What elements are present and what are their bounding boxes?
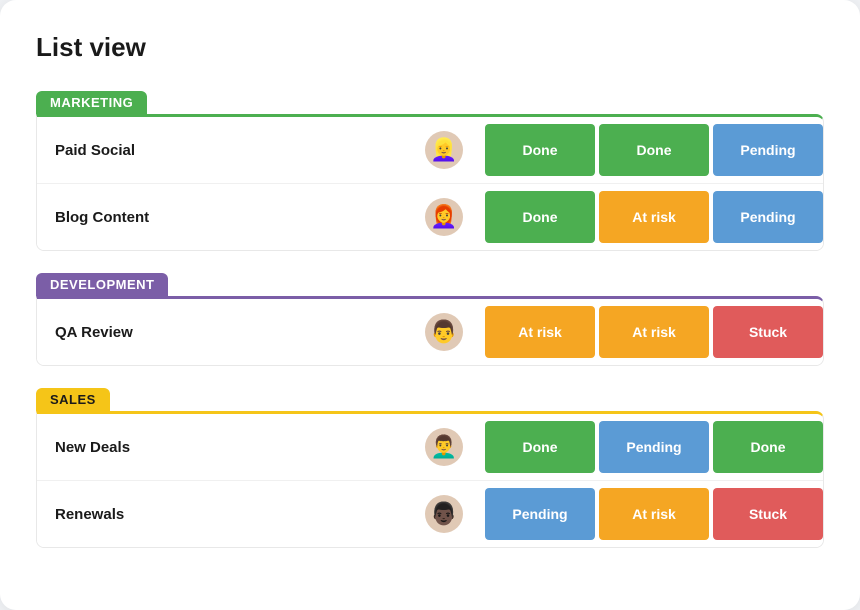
- status-cells: PendingAt riskStuck: [481, 488, 823, 540]
- status-cells: At riskAt riskStuck: [481, 306, 823, 358]
- group-marketing: MARKETINGPaid Social👱‍♀️DoneDonePendingB…: [36, 91, 824, 251]
- status-cell-pending: Pending: [485, 488, 595, 540]
- table-row: Blog Content 👩‍🦰 DoneAt riskPending: [37, 184, 823, 250]
- row-name-text: New Deals: [55, 439, 411, 456]
- table-row: Renewals 👨🏿 PendingAt riskStuck: [37, 481, 823, 547]
- group-sales: SALESNew Deals👨‍🦱DonePendingDoneRenewals…: [36, 388, 824, 548]
- group-body-development: QA Review👨At riskAt riskStuck: [36, 296, 824, 366]
- status-cells: DoneAt riskPending: [481, 191, 823, 243]
- table-row: New Deals 👨‍🦱 DonePendingDone: [37, 414, 823, 481]
- group-header-marketing: MARKETING: [36, 91, 147, 114]
- avatar: 👱‍♀️: [425, 131, 463, 169]
- table-row: Paid Social👱‍♀️DoneDonePending: [37, 117, 823, 184]
- group-body-sales: New Deals👨‍🦱DonePendingDoneRenewals👨🏿Pen…: [36, 411, 824, 548]
- row-name-cell: New Deals 👨‍🦱: [37, 414, 481, 480]
- status-cell-stuck: Stuck: [713, 306, 823, 358]
- groups-container: MARKETINGPaid Social👱‍♀️DoneDonePendingB…: [36, 91, 824, 548]
- avatar: 👨: [425, 313, 463, 351]
- status-cell-done: Done: [485, 124, 595, 176]
- group-header-sales: SALES: [36, 388, 110, 411]
- status-cell-pending: Pending: [713, 124, 823, 176]
- row-name-text: Paid Social: [55, 142, 411, 159]
- group-body-marketing: Paid Social👱‍♀️DoneDonePendingBlog Conte…: [36, 114, 824, 251]
- status-cell-at-risk: At risk: [599, 191, 709, 243]
- row-name-text: Renewals: [55, 506, 411, 523]
- status-cell-at-risk: At risk: [599, 306, 709, 358]
- status-cells: DonePendingDone: [481, 421, 823, 473]
- status-cell-at-risk: At risk: [599, 488, 709, 540]
- row-name-text: Blog Content: [55, 209, 411, 226]
- status-cell-pending: Pending: [713, 191, 823, 243]
- avatar: 👩‍🦰: [425, 198, 463, 236]
- group-development: DEVELOPMENTQA Review👨At riskAt riskStuck: [36, 273, 824, 366]
- row-name-text: QA Review: [55, 324, 411, 341]
- status-cell-pending: Pending: [599, 421, 709, 473]
- status-cell-stuck: Stuck: [713, 488, 823, 540]
- table-row: QA Review👨At riskAt riskStuck: [37, 299, 823, 365]
- status-cell-done: Done: [599, 124, 709, 176]
- avatar: 👨🏿: [425, 495, 463, 533]
- status-cells: DoneDonePending: [481, 124, 823, 176]
- avatar: 👨‍🦱: [425, 428, 463, 466]
- status-cell-done: Done: [713, 421, 823, 473]
- group-header-development: DEVELOPMENT: [36, 273, 168, 296]
- status-cell-at-risk: At risk: [485, 306, 595, 358]
- page-title: List view: [36, 32, 824, 63]
- row-name-cell: Paid Social 👱‍♀️: [37, 117, 481, 183]
- status-cell-done: Done: [485, 421, 595, 473]
- row-name-cell: QA Review 👨: [37, 299, 481, 365]
- status-cell-done: Done: [485, 191, 595, 243]
- row-name-cell: Blog Content 👩‍🦰: [37, 184, 481, 250]
- main-card: List view MARKETINGPaid Social👱‍♀️DoneDo…: [0, 0, 860, 610]
- row-name-cell: Renewals 👨🏿: [37, 481, 481, 547]
